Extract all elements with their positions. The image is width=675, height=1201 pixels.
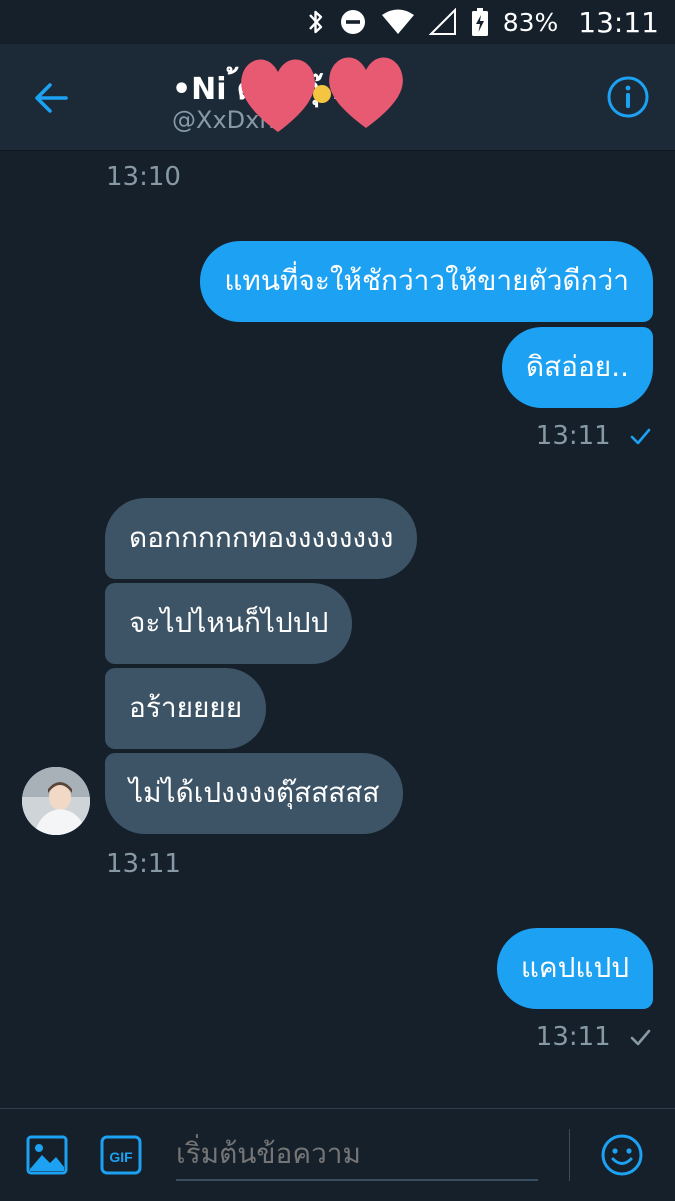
sent-message[interactable]: ดิสอ่อย.. (501, 327, 653, 408)
back-arrow-icon (35, 83, 68, 113)
sent-timestamp-row: 13:11 (536, 1022, 651, 1052)
add-gif-button[interactable]: GIF (100, 1135, 142, 1179)
message-timestamp: 13:11 (535, 1022, 611, 1052)
wifi-icon (381, 9, 414, 34)
add-photo-button[interactable] (26, 1135, 68, 1179)
cell-signal-icon (428, 8, 456, 35)
avatar[interactable] (22, 767, 90, 835)
heart-icon (329, 57, 403, 128)
sent-timestamp-row: 13:11 (536, 421, 651, 451)
info-button[interactable] (605, 74, 651, 120)
heart-stickers (241, 57, 403, 132)
status-bar: 83% 13:11 (0, 0, 675, 44)
gif-label: GIF (109, 1149, 133, 1165)
gif-icon: GIF (100, 1135, 142, 1175)
received-message[interactable]: จะไปไหนก็ไปปป (105, 583, 353, 664)
received-message[interactable]: อร้ายยยย (105, 668, 267, 749)
received-message[interactable]: ดอกกกกกทองงงงงงงง (105, 498, 418, 579)
emoji-button[interactable] (600, 1133, 644, 1181)
conversation-header: •Ni ้ด้เปงตุ๊... @XxDxn (0, 44, 675, 151)
bluetooth-icon (308, 10, 322, 34)
status-icons: 83% 13:11 (307, 0, 659, 44)
info-icon (607, 76, 649, 118)
read-check-icon (630, 428, 651, 444)
do-not-disturb-icon (340, 10, 365, 34)
message-composer: GIF (0, 1108, 675, 1201)
image-icon (26, 1135, 68, 1175)
status-time: 13:11 (578, 5, 659, 39)
battery-charging-icon (471, 8, 488, 36)
emoji-face-icon (313, 85, 331, 103)
sent-check-icon (630, 1029, 651, 1045)
message-input[interactable] (176, 1127, 538, 1181)
sent-message[interactable]: แทนที่จะให้ชักว่าวให้ขายตัวดีกว่า (200, 241, 653, 322)
heart-icon (241, 59, 315, 132)
battery-percent: 83% (502, 7, 559, 37)
back-button[interactable] (28, 74, 76, 122)
sent-message[interactable]: แคปแปป (496, 928, 653, 1009)
message-timestamp: 13:11 (535, 421, 611, 451)
avatar-photo (22, 767, 90, 835)
composer-divider (569, 1129, 570, 1181)
received-message[interactable]: ไม่ได้เปงงงงตุ๊สสสสส (105, 753, 404, 834)
message-timestamp: 13:10 (106, 162, 181, 192)
emoji-icon (601, 1134, 643, 1176)
message-timestamp: 13:11 (106, 849, 181, 879)
